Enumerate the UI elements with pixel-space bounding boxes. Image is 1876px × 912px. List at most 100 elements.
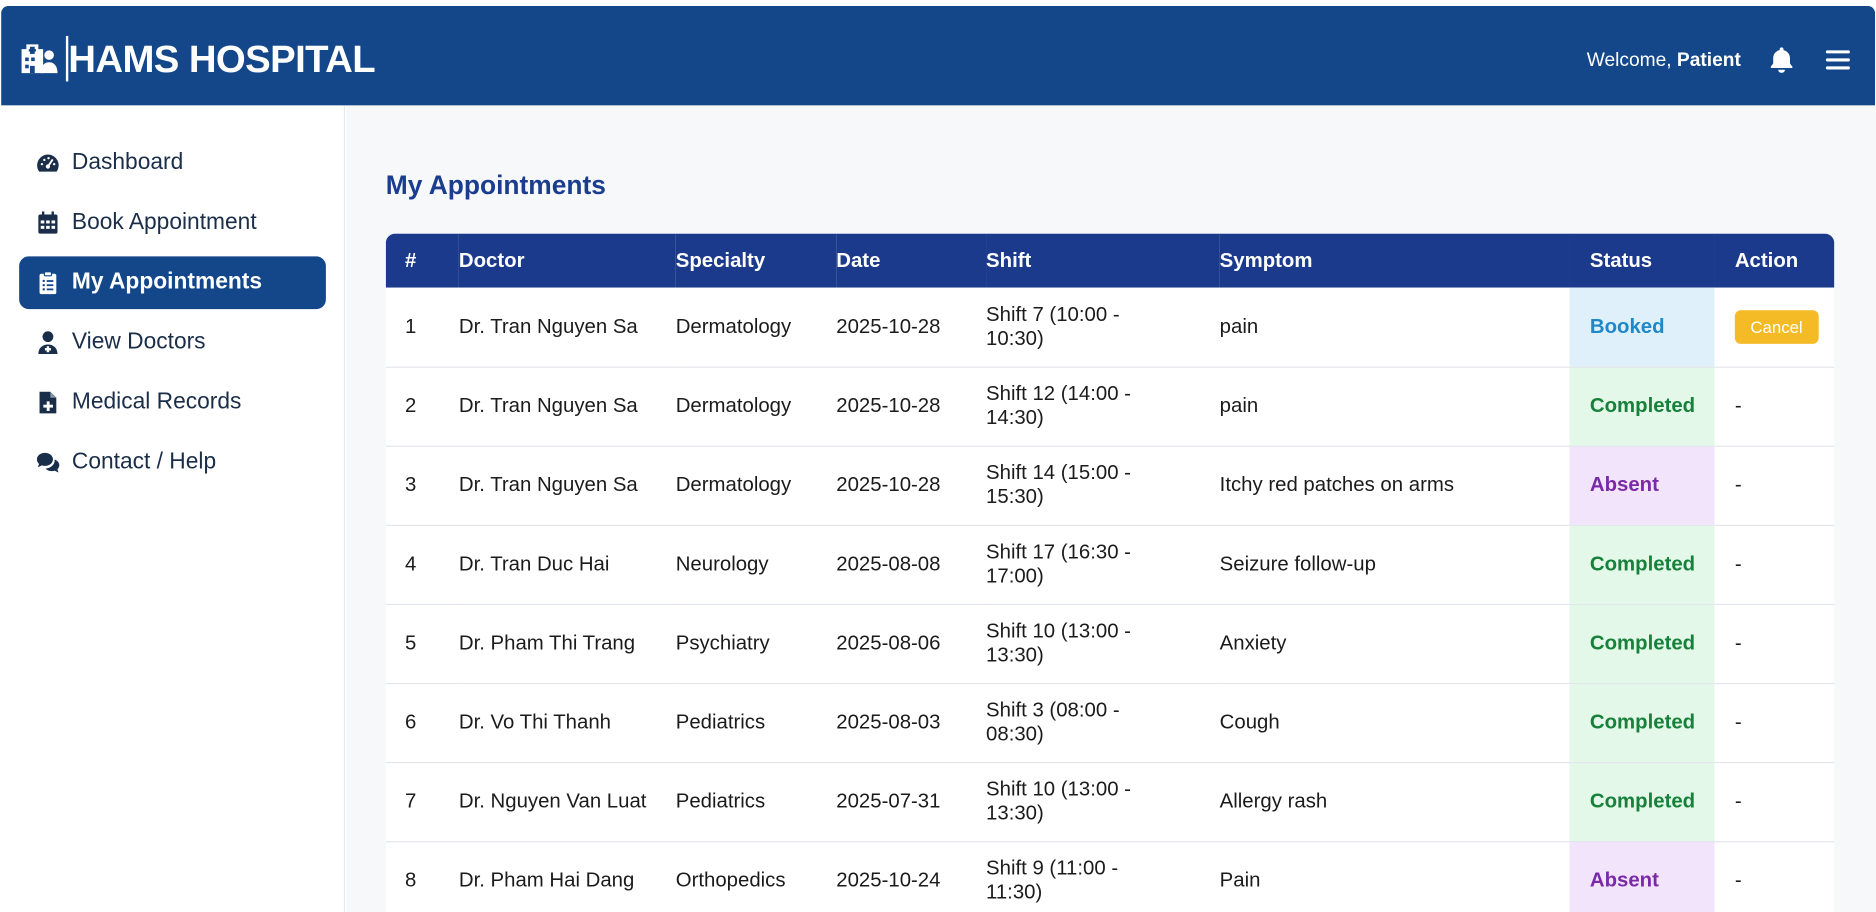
cell-action: Cancel bbox=[1714, 287, 1835, 368]
sidebar-item-dashboard[interactable]: Dashboard bbox=[19, 137, 326, 190]
cell-shift: Shift 12 (14:00 - 14:30) bbox=[986, 366, 1220, 447]
appointments-table-container: # Doctor Specialty Date Shift Symptom St… bbox=[385, 233, 1835, 912]
cancel-button[interactable]: Cancel bbox=[1734, 310, 1819, 344]
cell-date: 2025-08-03 bbox=[836, 682, 987, 763]
cell-date: 2025-10-28 bbox=[836, 445, 987, 526]
table-row: 7 Dr. Nguyen Van Luat Pediatrics 2025-07… bbox=[385, 761, 1835, 842]
appointments-table: # Doctor Specialty Date Shift Symptom St… bbox=[385, 233, 1835, 912]
cell-symptom: Itchy red patches on arms bbox=[1219, 445, 1570, 526]
cell-action: - bbox=[1714, 445, 1835, 526]
user-doctor-icon bbox=[36, 331, 60, 355]
cell-number: 4 bbox=[385, 524, 459, 605]
cell-shift: Shift 7 (10:00 - 10:30) bbox=[986, 287, 1220, 368]
column-header-action: Action bbox=[1734, 248, 1799, 272]
cell-specialty: Orthopedics bbox=[675, 841, 837, 912]
status-badge: Completed bbox=[1569, 366, 1715, 447]
column-header-number: # bbox=[404, 248, 417, 272]
comments-icon bbox=[36, 450, 60, 474]
cell-specialty: Psychiatry bbox=[675, 603, 837, 684]
cell-shift: Shift 17 (16:30 - 17:00) bbox=[986, 524, 1220, 605]
cell-date: 2025-10-28 bbox=[836, 287, 987, 368]
cell-doctor: Dr. Pham Thi Trang bbox=[458, 603, 676, 684]
table-header-row: # Doctor Specialty Date Shift Symptom St… bbox=[385, 233, 1835, 288]
brand[interactable]: HAMS HOSPITAL bbox=[20, 35, 376, 83]
cell-shift: Shift 10 (13:00 - 13:30) bbox=[986, 761, 1220, 842]
sidebar-item-book-appointment[interactable]: Book Appointment bbox=[19, 196, 326, 249]
cell-number: 1 bbox=[385, 287, 459, 368]
cell-symptom: pain bbox=[1219, 366, 1570, 447]
cell-action: - bbox=[1714, 524, 1835, 605]
hamburger-menu-icon[interactable] bbox=[1825, 48, 1851, 72]
cell-action: - bbox=[1714, 841, 1835, 912]
cell-number: 2 bbox=[385, 366, 459, 447]
top-navbar: HAMS HOSPITAL Welcome, Patient bbox=[0, 0, 1876, 106]
column-header-symptom: Symptom bbox=[1219, 248, 1313, 272]
table-row: 1 Dr. Tran Nguyen Sa Dermatology 2025-10… bbox=[385, 287, 1835, 368]
sidebar-item-label: Book Appointment bbox=[71, 209, 257, 235]
cell-action: - bbox=[1714, 603, 1835, 684]
cell-doctor: Dr. Tran Duc Hai bbox=[458, 524, 676, 605]
cell-specialty: Pediatrics bbox=[675, 682, 837, 763]
cell-specialty: Neurology bbox=[675, 524, 837, 605]
table-row: 5 Dr. Pham Thi Trang Psychiatry 2025-08-… bbox=[385, 603, 1835, 684]
cell-date: 2025-08-06 bbox=[836, 603, 987, 684]
cell-symptom: Pain bbox=[1219, 841, 1570, 912]
page-title: My Appointments bbox=[385, 170, 606, 201]
table-row: 3 Dr. Tran Nguyen Sa Dermatology 2025-10… bbox=[385, 445, 1835, 526]
status-badge: Completed bbox=[1569, 603, 1715, 684]
status-badge: Booked bbox=[1569, 287, 1715, 368]
status-badge: Completed bbox=[1569, 524, 1715, 605]
cell-specialty: Dermatology bbox=[675, 366, 837, 447]
navbar-background: HAMS HOSPITAL Welcome, Patient bbox=[1, 5, 1876, 106]
cell-doctor: Dr. Tran Nguyen Sa bbox=[458, 445, 676, 526]
table-row: 2 Dr. Tran Nguyen Sa Dermatology 2025-10… bbox=[385, 366, 1835, 447]
column-header-doctor: Doctor bbox=[458, 248, 525, 272]
cell-doctor: Dr. Vo Thi Thanh bbox=[458, 682, 676, 763]
cell-action: - bbox=[1714, 366, 1835, 447]
sidebar-item-contact-help[interactable]: Contact / Help bbox=[19, 436, 326, 489]
cell-shift: Shift 3 (08:00 - 08:30) bbox=[986, 682, 1220, 763]
sidebar-item-my-appointments[interactable]: My Appointments bbox=[19, 256, 326, 310]
cell-symptom: pain bbox=[1219, 287, 1570, 368]
sidebar-item-view-doctors[interactable]: View Doctors bbox=[19, 316, 326, 369]
cell-shift: Shift 10 (13:00 - 13:30) bbox=[986, 603, 1220, 684]
sidebar-item-label: Contact / Help bbox=[71, 449, 217, 475]
cell-doctor: Dr. Tran Nguyen Sa bbox=[458, 287, 676, 368]
cell-shift: Shift 9 (11:00 - 11:30) bbox=[986, 841, 1220, 912]
cell-date: 2025-07-31 bbox=[836, 761, 987, 842]
hospital-user-icon bbox=[20, 42, 58, 76]
app-root: HAMS HOSPITAL Welcome, Patient Dashboard… bbox=[0, 0, 1876, 912]
main-content: My Appointments # Doctor Specialty Date … bbox=[346, 105, 1876, 912]
table-row: 6 Dr. Vo Thi Thanh Pediatrics 2025-08-03… bbox=[385, 682, 1835, 763]
status-badge: Completed bbox=[1569, 761, 1715, 842]
column-header-specialty: Specialty bbox=[675, 248, 766, 272]
cell-symptom: Seizure follow-up bbox=[1219, 524, 1570, 605]
cell-shift: Shift 14 (15:00 - 15:30) bbox=[986, 445, 1220, 526]
cell-symptom: Anxiety bbox=[1219, 603, 1570, 684]
welcome-text: Welcome, Patient bbox=[1587, 49, 1741, 73]
cell-number: 5 bbox=[385, 603, 459, 684]
sidebar-item-medical-records[interactable]: Medical Records bbox=[19, 376, 326, 429]
sidebar-item-label: My Appointments bbox=[71, 269, 263, 295]
sidebar-item-label: Medical Records bbox=[71, 389, 242, 415]
cell-doctor: Dr. Tran Nguyen Sa bbox=[458, 366, 676, 447]
sidebar-item-label: Dashboard bbox=[71, 149, 184, 175]
status-badge: Absent bbox=[1569, 841, 1715, 912]
cell-date: 2025-10-24 bbox=[836, 841, 987, 912]
cell-doctor: Dr. Nguyen Van Luat bbox=[458, 761, 676, 842]
cell-action: - bbox=[1714, 761, 1835, 842]
sidebar-item-label: View Doctors bbox=[71, 329, 206, 355]
clipboard-list-icon bbox=[36, 271, 60, 295]
cell-number: 3 bbox=[385, 445, 459, 526]
column-header-status: Status bbox=[1589, 248, 1653, 272]
cell-symptom: Allergy rash bbox=[1219, 761, 1570, 842]
cell-specialty: Pediatrics bbox=[675, 761, 837, 842]
bell-icon[interactable] bbox=[1768, 46, 1794, 75]
cell-specialty: Dermatology bbox=[675, 445, 837, 526]
column-header-shift: Shift bbox=[986, 248, 1032, 272]
sidebar: Dashboard Book Appointment My Appointmen… bbox=[0, 105, 346, 912]
status-badge: Absent bbox=[1569, 445, 1715, 526]
cell-date: 2025-10-28 bbox=[836, 366, 987, 447]
welcome-prefix: Welcome, bbox=[1586, 50, 1672, 71]
brand-name: HAMS HOSPITAL bbox=[68, 37, 376, 81]
